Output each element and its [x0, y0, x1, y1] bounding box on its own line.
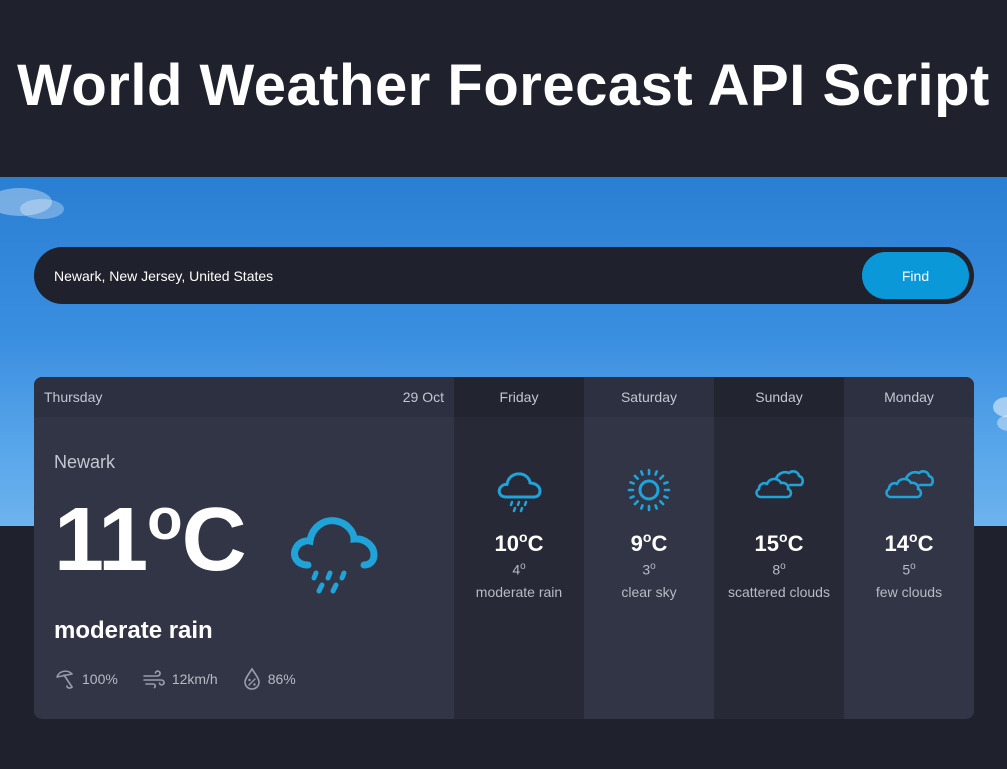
- forecast-low-value: 8: [772, 561, 781, 578]
- degree-symbol: o: [650, 561, 656, 572]
- degree-symbol: o: [147, 487, 182, 552]
- forecast-low-value: 3: [642, 561, 651, 578]
- sky-cloud-decoration: [0, 188, 64, 219]
- forecast-temp: 15oC: [714, 529, 844, 557]
- forecast-low-value: 5: [902, 561, 911, 578]
- forecast-low: 4o: [454, 561, 584, 578]
- forecast-low: 8o: [714, 561, 844, 578]
- temp-unit: C: [917, 531, 934, 556]
- sun-icon: [627, 468, 671, 512]
- clouds-icon: [755, 470, 805, 499]
- humidity-value: 86%: [267, 671, 296, 687]
- forecast-icon-wrap: [844, 465, 974, 519]
- forecast-day-name: Sunday: [714, 377, 844, 417]
- forecast-day-name: Friday: [454, 377, 584, 417]
- today-day: Thursday: [44, 389, 103, 405]
- degree-symbol: o: [780, 561, 786, 572]
- forecast-day: Friday 10oC 4o moderate rain: [454, 377, 584, 719]
- current-temperature: 11oC: [54, 491, 247, 586]
- forecast-description: moderate rain: [475, 583, 563, 600]
- forecast-description: few clouds: [875, 583, 943, 600]
- wind-stat: 12km/h: [142, 668, 218, 690]
- forecast-panel: Thursday 29 Oct Newark 11oC moderate rai…: [34, 377, 974, 719]
- search-input[interactable]: [34, 247, 834, 304]
- sky-cloud-decoration-right: [993, 397, 1007, 431]
- umbrella-icon: [56, 670, 73, 689]
- page-title: World Weather Forecast API Script: [17, 53, 990, 118]
- wind-icon: [143, 670, 165, 689]
- forecast-low: 5o: [844, 561, 974, 578]
- current-temp-value: 11: [54, 490, 148, 590]
- precipitation-stat: 100%: [54, 668, 118, 690]
- temp-unit: C: [787, 531, 804, 556]
- temp-unit: C: [651, 531, 668, 556]
- degree-symbol: o: [779, 529, 788, 545]
- forecast-day: Sunday 15oC 8o scattered clouds: [714, 377, 844, 719]
- forecast-day: Monday 14oC 5o few clouds: [844, 377, 974, 719]
- forecast-low-value: 4: [512, 561, 521, 578]
- forecast-temp-value: 14: [884, 531, 910, 556]
- today-date: 29 Oct: [402, 389, 444, 405]
- temp-unit: C: [527, 531, 544, 556]
- forecast-icon-wrap: [584, 465, 714, 519]
- precipitation-value: 100%: [82, 671, 118, 687]
- forecast-icon-wrap: [454, 465, 584, 519]
- search-bar: Find: [34, 247, 974, 304]
- degree-symbol: o: [519, 529, 528, 545]
- forecast-description: clear sky: [621, 583, 677, 600]
- forecast-icon-wrap: [714, 465, 844, 519]
- location-name: Newark: [54, 452, 116, 472]
- forecast-temp-value: 15: [754, 531, 780, 556]
- rain-cloud-icon: [497, 472, 542, 513]
- humidity-stat: 86%: [242, 667, 296, 691]
- page-header: World Weather Forecast API Script: [0, 0, 1007, 177]
- forecast-temp: 10oC: [454, 529, 584, 557]
- forecast-low: 3o: [584, 561, 714, 578]
- humidity-drop-icon: [243, 667, 260, 690]
- rain-cloud-icon: [291, 517, 378, 594]
- forecast-temp-value: 10: [494, 531, 520, 556]
- forecast-temp: 9oC: [584, 529, 714, 557]
- wind-value: 12km/h: [171, 671, 218, 687]
- forecast-temp-value: 9: [630, 531, 643, 556]
- forecast-description: scattered clouds: [728, 583, 830, 600]
- degree-symbol: o: [642, 529, 652, 545]
- weather-stats: 100% 12km/h 86%: [54, 667, 296, 691]
- today-card: Thursday 29 Oct Newark 11oC moderate rai…: [34, 377, 454, 719]
- forecast-day-name: Monday: [844, 377, 974, 417]
- forecast-temp: 14oC: [844, 529, 974, 557]
- forecast-day: Saturday 9oC 3o clear sky: [584, 377, 714, 719]
- degree-symbol: o: [909, 529, 918, 545]
- forecast-day-name: Saturday: [584, 377, 714, 417]
- clouds-icon: [885, 470, 935, 499]
- degree-symbol: o: [910, 561, 916, 572]
- degree-symbol: o: [520, 561, 526, 572]
- current-description: moderate rain: [54, 617, 213, 644]
- temp-unit: C: [181, 490, 247, 590]
- today-header: Thursday 29 Oct: [34, 377, 454, 417]
- find-button[interactable]: Find: [862, 252, 969, 299]
